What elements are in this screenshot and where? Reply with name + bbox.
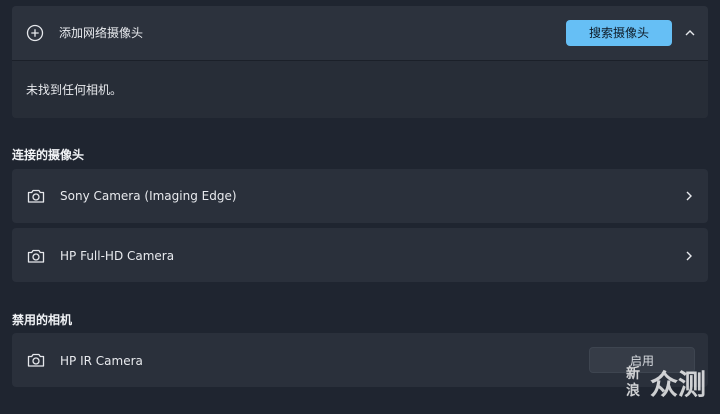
sina-zhongce-watermark: 新浪 众测 xyxy=(626,366,716,410)
chevron-right-icon xyxy=(682,249,696,263)
add-network-camera-header[interactable]: 添加网络摄像头 搜索摄像头 xyxy=(12,6,708,60)
no-cameras-found-message: 未找到任何相机。 xyxy=(26,83,123,97)
search-cameras-button[interactable]: 搜索摄像头 xyxy=(566,20,672,46)
camera-icon xyxy=(26,350,46,370)
chevron-right-icon xyxy=(682,189,696,203)
camera-icon xyxy=(26,246,46,266)
chevron-up-icon[interactable] xyxy=(683,26,697,40)
add-network-camera-card: 添加网络摄像头 搜索摄像头 未找到任何相机。 xyxy=(12,6,708,118)
add-network-camera-label: 添加网络摄像头 xyxy=(59,26,144,40)
add-network-camera-body: 未找到任何相机。 xyxy=(12,61,708,118)
add-circle-icon xyxy=(25,23,45,43)
camera-row-hp-ir: HP IR Camera 启用 xyxy=(12,333,708,387)
camera-name: HP IR Camera xyxy=(60,354,143,368)
camera-settings-page: 添加网络摄像头 搜索摄像头 未找到任何相机。 连接的摄像头 Sony Camer… xyxy=(0,0,720,414)
camera-name: Sony Camera (Imaging Edge) xyxy=(60,189,237,203)
watermark-large-text: 众测 xyxy=(650,368,707,401)
watermark-small-text: 新浪 xyxy=(626,366,640,399)
connected-cameras-heading: 连接的摄像头 xyxy=(12,148,85,162)
camera-row-sony[interactable]: Sony Camera (Imaging Edge) xyxy=(12,169,708,223)
camera-row-hp-full-hd[interactable]: HP Full-HD Camera xyxy=(12,228,708,282)
camera-icon xyxy=(26,186,46,206)
camera-name: HP Full-HD Camera xyxy=(60,249,175,263)
disabled-cameras-heading: 禁用的相机 xyxy=(12,313,73,327)
